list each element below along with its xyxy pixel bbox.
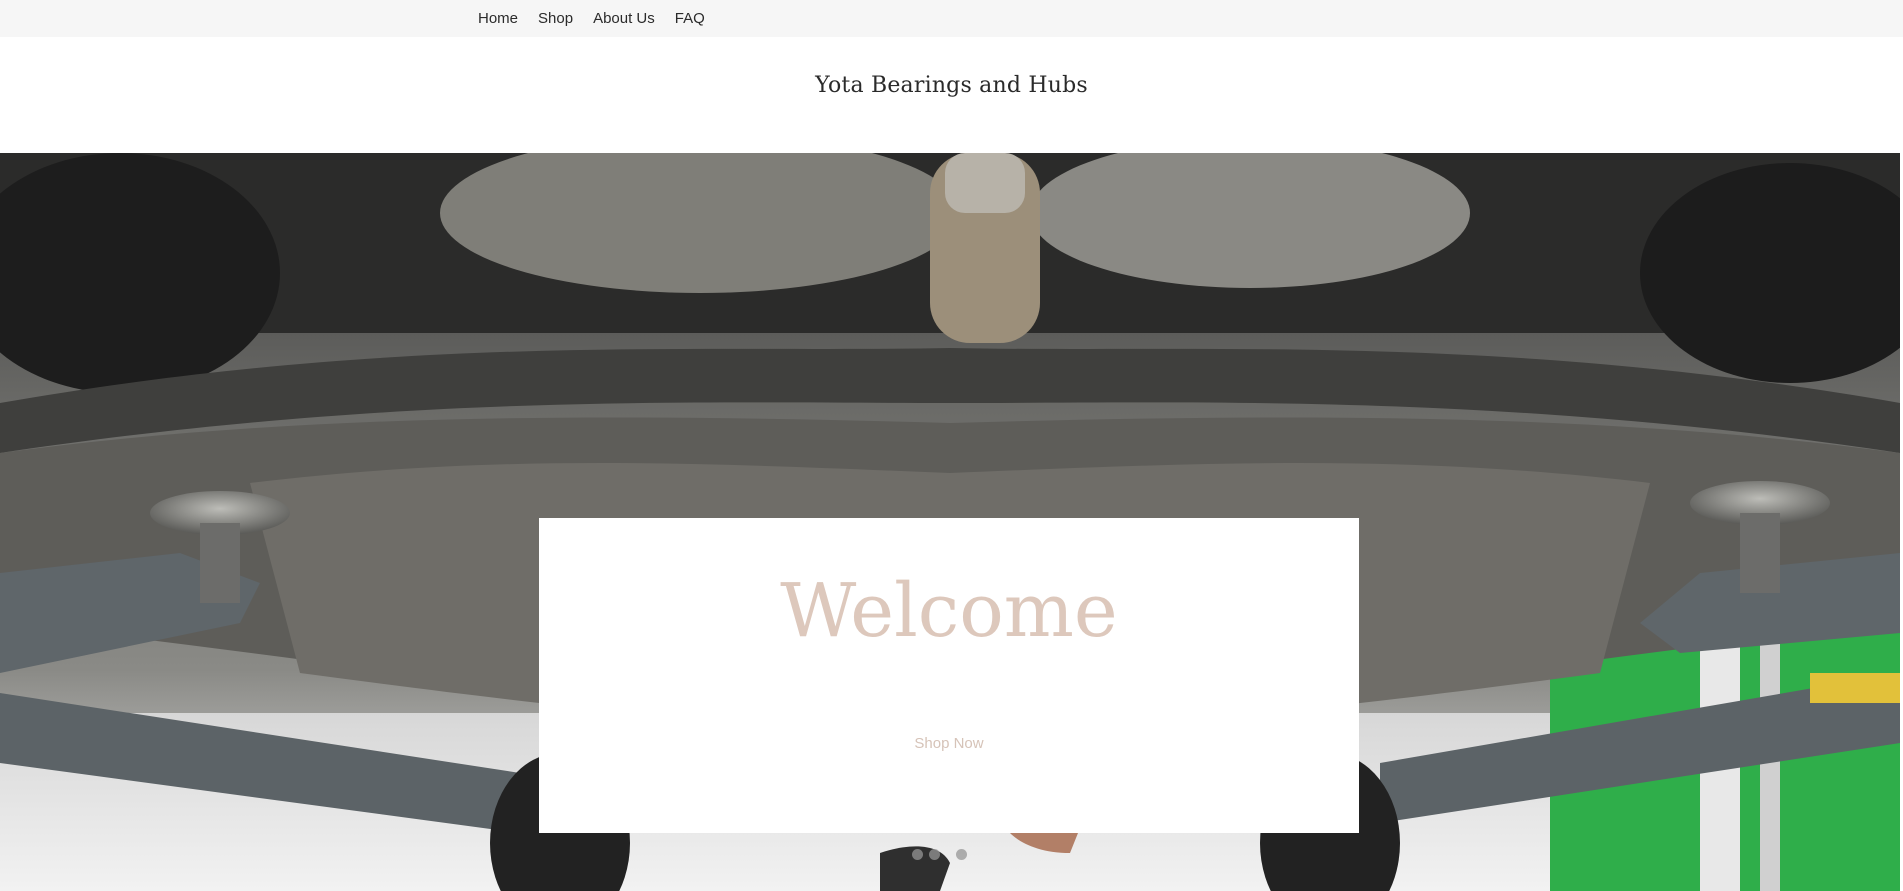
nav-item-faq[interactable]: FAQ [675, 10, 705, 27]
site-title[interactable]: Yota Bearings and Hubs [0, 73, 1903, 98]
top-nav-bar: Home Shop About Us FAQ [0, 0, 1903, 37]
nav-item-about-us[interactable]: About Us [593, 10, 655, 27]
hero-slideshow: Welcome Shop Now [0, 153, 1900, 891]
slideshow-dots [912, 849, 967, 860]
slide-dot-2[interactable] [929, 849, 940, 860]
slide-dot-3[interactable] [956, 849, 967, 860]
site-header: Yota Bearings and Hubs [0, 37, 1903, 153]
nav-item-shop[interactable]: Shop [538, 10, 573, 27]
slide-dot-1[interactable] [912, 849, 923, 860]
welcome-heading: Welcome [780, 568, 1118, 654]
nav-item-home[interactable]: Home [478, 10, 518, 27]
main-nav: Home Shop About Us FAQ [478, 0, 725, 37]
welcome-card: Welcome Shop Now [539, 518, 1359, 833]
shop-now-button[interactable]: Shop Now [539, 735, 1359, 752]
